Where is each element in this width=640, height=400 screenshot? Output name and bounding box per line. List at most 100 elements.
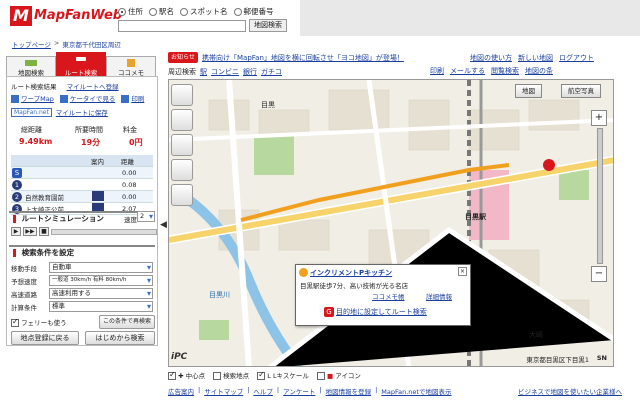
radio-spot[interactable]: スポット名 [180, 6, 228, 17]
pan-tool-icon[interactable] [171, 84, 193, 106]
map-label-station: 目黒駅 [465, 213, 486, 221]
play-icon[interactable]: ▶ [11, 227, 21, 236]
set-destination-link[interactable]: G 目的地に設定してルート検索 [324, 307, 427, 317]
business-link[interactable]: ビジネスで地図を使いたい企業様へ [518, 386, 622, 396]
map-search-button[interactable]: 地図検索 [249, 19, 287, 32]
mail-link[interactable]: メールする [450, 66, 485, 76]
search-type-radios: 住所 駅名 スポット名 郵便番号 [118, 6, 274, 17]
route-panel: ルート検索結果 マイルートへ登録 ワープMap ケータイで見る 印刷 MapFa… [6, 76, 158, 346]
map-actions: 印刷 メールする 閲覧検索 地図の条 [430, 66, 553, 76]
mobile-link[interactable]: ケータイで見る [59, 93, 115, 103]
highway-select[interactable]: 高速利用する [49, 288, 153, 299]
logo-text: MapFanWeb [34, 8, 123, 23]
news-badge: お知らせ [168, 52, 198, 63]
speed-select[interactable]: 2 [137, 211, 155, 222]
simulation-slider[interactable] [51, 229, 157, 235]
tab-map-search[interactable]: 地図検索 [6, 56, 56, 77]
footer-link[interactable]: MapFan.netで地図表示 [381, 386, 451, 398]
stop-icon[interactable]: ■ [39, 227, 49, 236]
poi-popup: インクリメントPキッチン × 目黒駅徒歩7分、高い技術が光る名店 ココメモ帳 詳… [295, 264, 471, 326]
compass-label: SN [596, 354, 607, 362]
map-label: 大崎 [529, 331, 543, 339]
map-view-button[interactable]: 地図 [515, 84, 542, 98]
help-link[interactable]: 地図の使い方 [470, 53, 512, 63]
my-route-link[interactable]: マイルートへ登録 [67, 83, 119, 91]
icon-checkbox[interactable]: ■ アイコン [316, 370, 361, 380]
zoom-in-icon[interactable]: + [591, 110, 607, 126]
route-table-header: 案内 距離 [11, 155, 153, 167]
car-icon [76, 57, 86, 61]
footer-link[interactable]: 広告案内 [168, 386, 194, 398]
restart-search-button[interactable]: はじめから検索 [85, 331, 155, 345]
history-link[interactable]: 閲覧検索 [491, 66, 519, 76]
calc-condition-select[interactable]: 標準 [49, 301, 153, 312]
route-row[interactable]: 1 0.08 [11, 179, 153, 191]
print-tool-icon[interactable] [171, 159, 193, 181]
search-input[interactable] [118, 20, 246, 32]
map-display-options: ✚ 中心点 検索地点 L Lキスケール ■ アイコン [168, 368, 622, 382]
cocomemo-link[interactable]: ココメモ帳 [372, 291, 405, 301]
nearby-gourmet[interactable]: ガチコ [261, 67, 282, 77]
news-link[interactable]: 携帯向け「MapFan」地図を横に回転させ「ヨコ地図」が登場！ [202, 53, 404, 63]
reroute-button[interactable]: この条件で再検索 [99, 315, 155, 329]
fast-forward-icon[interactable]: ▶▶ [23, 227, 37, 236]
ferry-checkbox[interactable]: フェリーも使う [11, 317, 67, 327]
route-result-header: ルート検索結果 マイルートへ登録 [11, 83, 119, 91]
search-point-checkbox[interactable]: 検索地点 [213, 370, 249, 380]
nearby-station[interactable]: 駅 [200, 67, 207, 77]
speed-estimate-select[interactable]: 一般道 30km/h 有料 80km/h [49, 275, 153, 286]
route-row[interactable]: S 0.00 [11, 167, 153, 179]
zoom-slider[interactable]: + − [591, 110, 609, 282]
nearby-bank[interactable]: 銀行 [243, 67, 257, 77]
logout-link[interactable]: ログアウト [559, 53, 594, 63]
total-distance: 9.49km [19, 137, 53, 146]
radio-station[interactable]: 駅名 [149, 6, 174, 17]
measure-tool-icon[interactable] [171, 134, 193, 156]
detail-link[interactable]: 詳細情報 [426, 291, 452, 301]
print-link[interactable]: 印刷 [121, 93, 144, 103]
breadcrumb-current: 東京都千代田区周辺 [62, 41, 121, 49]
collapse-panel-icon[interactable]: ◀ [160, 220, 167, 230]
tab-route-search[interactable]: ルート検索 [56, 52, 106, 77]
map-label-river: 目黒川 [209, 291, 230, 299]
tab-cocomemo[interactable]: ココメモ [106, 56, 156, 77]
zoom-track[interactable] [597, 128, 603, 264]
mapfan-net-button[interactable]: MapFan.net [11, 107, 52, 117]
mobile-icon [59, 95, 68, 103]
map-canvas[interactable]: 地図 航空写真 + − 目黒 目黒駅 目黒川 大崎 インクリメントPキッチン ×… [168, 79, 614, 367]
simulation-controls: ▶ ▶▶ ■ [11, 227, 157, 236]
map-top-links: 地図の使い方 新しい地図 ログアウト [470, 53, 594, 63]
radio-address[interactable]: 住所 [118, 6, 143, 17]
route-table: 案内 距離 S 0.00 1 0.08 2 自然教育園前 0.00 3 上大崎正公前 2.… [11, 155, 153, 215]
poi-title[interactable]: インクリメントPキッチン [310, 268, 392, 278]
zoom-out-icon[interactable]: − [591, 266, 607, 282]
map-conditions-link[interactable]: 地図の条 [525, 66, 553, 76]
mapfan-logo[interactable]: M MapFanWeb [10, 6, 122, 26]
transport-select[interactable]: 自動車 [49, 262, 153, 273]
settings-tool-icon[interactable] [171, 184, 193, 206]
warp-map-link[interactable]: ワープMap [11, 93, 54, 103]
conditions-title: 検索条件を設定 [9, 245, 155, 257]
scale-checkbox[interactable]: L Lキスケール [257, 370, 309, 380]
footer-link[interactable]: アンケート [283, 386, 315, 398]
save-my-route-link[interactable]: マイルートに保存 [56, 107, 108, 117]
print-icon [121, 95, 130, 103]
center-point-checkbox[interactable]: ✚ 中心点 [168, 370, 205, 380]
breadcrumb: トップページ > 東京都千代田区周辺 [12, 39, 121, 49]
print-map-link[interactable]: 印刷 [430, 66, 444, 76]
nearby-convenience[interactable]: コンビニ [211, 67, 239, 77]
footer-link[interactable]: ヘルプ [253, 386, 273, 398]
route-row[interactable]: 2 自然教育園前 0.00 [11, 190, 153, 203]
aerial-view-button[interactable]: 航空写真 [561, 84, 601, 98]
close-icon[interactable]: × [458, 267, 467, 276]
radio-postal[interactable]: 郵便番号 [233, 6, 274, 17]
breadcrumb-top[interactable]: トップページ [12, 39, 51, 49]
history-tool-icon[interactable] [171, 109, 193, 131]
save-route-row: MapFan.net マイルートに保存 [11, 107, 108, 117]
memo-icon [127, 59, 135, 67]
back-to-points-button[interactable]: 地点登録に戻る [11, 331, 79, 345]
footer-link[interactable]: 地図情報を登録 [326, 386, 372, 398]
new-map-link[interactable]: 新しい地図 [518, 53, 553, 63]
footer-link[interactable]: サイトマップ [204, 386, 243, 398]
toll-fee: 0円 [129, 138, 143, 147]
